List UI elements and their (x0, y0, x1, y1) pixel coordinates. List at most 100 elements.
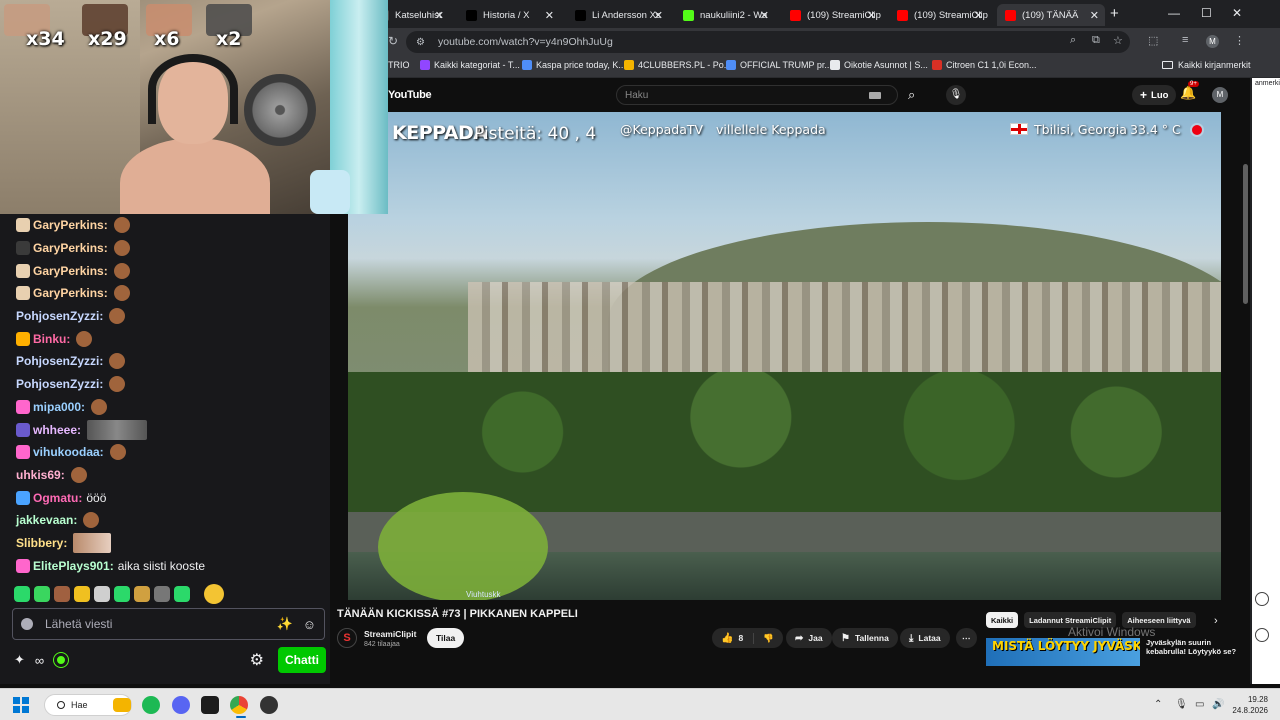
display-icon[interactable]: ▭ (1195, 699, 1204, 710)
emote[interactable] (154, 586, 170, 602)
recommended-video[interactable]: MISTÄ LÖYTYY JYVÄSKYLÄN Jyväskylän suuri… (986, 638, 1250, 684)
bookmark-item[interactable]: Oikotie Asunnot | S... (830, 60, 928, 70)
new-tab-icon[interactable]: + (1110, 5, 1119, 22)
account-avatar[interactable]: M (1212, 87, 1228, 103)
app-x-icon[interactable] (201, 696, 219, 714)
chat-message[interactable]: GaryPerkins: (16, 214, 326, 237)
emote[interactable] (94, 586, 110, 602)
windows-start-icon[interactable] (13, 697, 29, 713)
file-explorer-icon[interactable] (113, 698, 131, 712)
chat-username[interactable]: PohjosenZyzzi: (16, 309, 103, 323)
chat-message[interactable]: GaryPerkins: (16, 282, 326, 305)
notifications-icon[interactable]: 🔔 9+ (1180, 81, 1199, 101)
chat-message[interactable]: uhkis69: (16, 464, 326, 487)
chat-message[interactable]: mipa000: (16, 396, 326, 419)
chat-username[interactable]: Binku: (33, 332, 70, 346)
chat-username[interactable]: GaryPerkins: (33, 286, 108, 300)
emote[interactable] (134, 586, 150, 602)
microphone-icon[interactable]: 🎙 (1175, 699, 1188, 710)
youtube-logo[interactable]: YouTube (388, 89, 432, 101)
browser-tab[interactable]: Historia / X ✕ (458, 4, 560, 26)
youtube-search[interactable] (616, 85, 898, 105)
chat-message-field[interactable] (45, 617, 267, 631)
chat-message-list[interactable]: GaryPerkins: GaryPerkins: GaryPerkins: Gary… (16, 214, 326, 577)
close-tab-icon[interactable]: ✕ (867, 9, 876, 22)
site-info-icon[interactable]: ⚙ (416, 37, 426, 48)
video-player[interactable]: KEPPADA Pisteitä: 40 , 4 @KeppadaTV vill… (348, 112, 1221, 600)
thumbs-down-icon[interactable]: 👎 (753, 632, 783, 644)
volume-icon[interactable]: 🔊 (1212, 699, 1224, 710)
chat-username[interactable]: GaryPerkins: (33, 241, 108, 255)
chat-message[interactable]: Binku: (16, 327, 326, 350)
search-icon[interactable]: ⌕ (908, 87, 915, 103)
magic-wand-icon[interactable]: ✨ (277, 616, 293, 632)
chat-message[interactable]: whheee: (16, 418, 326, 441)
chat-message[interactable]: GaryPerkins: (16, 259, 326, 282)
bookmark-star-icon[interactable]: ☆ (1113, 34, 1123, 47)
microphone-icon[interactable]: 🎙 (946, 85, 966, 105)
recommended-thumbnail[interactable]: MISTÄ LÖYTYY JYVÄSKYLÄN (986, 638, 1140, 666)
browser-tab[interactable]: (109) StreamiClip ✕ (782, 4, 882, 26)
chat-username[interactable]: GaryPerkins: (33, 218, 108, 232)
bookmark-item[interactable]: OFFICIAL TRUMP pr... (726, 60, 832, 70)
save-button[interactable]: ⚑ Tallenna (832, 628, 898, 648)
bookmark-item[interactable]: Kaspa price today, K... (522, 60, 626, 70)
recommended-title[interactable]: Jyväskylän suurin kebabrulla! Löytyykö s… (1146, 638, 1250, 656)
channel-name[interactable]: StreamiClipit (364, 629, 416, 639)
chat-message[interactable]: PohjosenZyzzi: (16, 305, 326, 328)
bookmark-item[interactable]: TRIO (388, 60, 410, 70)
channel-avatar[interactable]: S (337, 628, 357, 648)
points-icon[interactable]: ✦ (14, 652, 25, 668)
close-tab-icon[interactable]: ✕ (760, 9, 769, 22)
emote[interactable] (204, 584, 224, 604)
emoji-picker-icon[interactable]: ☺ (303, 617, 316, 632)
emote[interactable] (174, 586, 190, 602)
close-tab-icon[interactable]: ✕ (974, 9, 983, 22)
reload-icon[interactable]: ↻ (388, 34, 398, 48)
menu-icon[interactable]: ⋮ (1234, 34, 1245, 47)
chat-input[interactable]: ✨ ☺ (12, 608, 325, 640)
profile-avatar[interactable]: M (1206, 35, 1219, 48)
gear-icon[interactable]: ⚙ (250, 650, 264, 670)
chrome-icon[interactable] (230, 696, 248, 714)
youtube-search-input[interactable] (625, 89, 865, 101)
chip-all[interactable]: Kaikki (986, 612, 1019, 628)
chat-username[interactable]: GaryPerkins: (33, 264, 108, 278)
close-tab-icon[interactable]: ✕ (435, 9, 444, 22)
close-tab-icon[interactable]: ✕ (654, 9, 663, 22)
infinity-icon[interactable]: ∞ (35, 653, 44, 668)
chat-username[interactable]: Slibbery: (16, 536, 67, 550)
zoom-icon[interactable]: ⌕ (1070, 34, 1076, 47)
chat-username[interactable]: ElitePlays901: (33, 559, 114, 573)
more-actions-icon[interactable]: ⋯ (956, 628, 977, 648)
chat-message[interactable]: jakkevaan: (16, 509, 326, 532)
chat-username[interactable]: PohjosenZyzzi: (16, 377, 103, 391)
chevron-right-icon[interactable]: › (1214, 615, 1218, 627)
chat-message[interactable]: Slibbery: (16, 532, 326, 555)
close-tab-icon[interactable]: ✕ (545, 9, 554, 22)
chat-message[interactable]: ElitePlays901: aika siisti kooste (16, 554, 326, 577)
scrollbar[interactable] (1243, 164, 1248, 304)
keyboard-icon[interactable] (869, 91, 881, 99)
side-circle-icon[interactable] (1255, 592, 1269, 606)
close-tab-icon[interactable]: ✕ (1090, 9, 1099, 22)
chat-message[interactable]: GaryPerkins: (16, 237, 326, 260)
bookmark-item[interactable]: 4CLUBBERS.PL - Po... (624, 60, 731, 70)
minimize-icon[interactable]: — (1168, 6, 1180, 20)
bookmark-item[interactable]: Citroen C1 1,0i Econ... (932, 60, 1037, 70)
obs-icon[interactable] (260, 696, 278, 714)
chat-username[interactable]: jakkevaan: (16, 513, 77, 527)
chat-message[interactable]: Ogmatu: ööö (16, 486, 326, 509)
install-icon[interactable]: ⧉ (1092, 34, 1100, 47)
share-button[interactable]: ➦ Jaa (786, 628, 832, 648)
bookmark-item[interactable]: Kaikki kategoriat - T... (420, 60, 520, 70)
chevron-up-icon[interactable]: ⌃ (1154, 699, 1162, 710)
clock[interactable]: 19.28 24.8.2026 (1232, 694, 1268, 716)
kick-icon[interactable] (54, 653, 69, 667)
emote[interactable] (54, 586, 70, 602)
chat-message[interactable]: PohjosenZyzzi: (16, 373, 326, 396)
chat-message[interactable]: vihukoodaa: (16, 441, 326, 464)
discord-icon[interactable] (172, 696, 190, 714)
emote[interactable] (74, 586, 90, 602)
maximize-icon[interactable]: ☐ (1201, 6, 1212, 20)
